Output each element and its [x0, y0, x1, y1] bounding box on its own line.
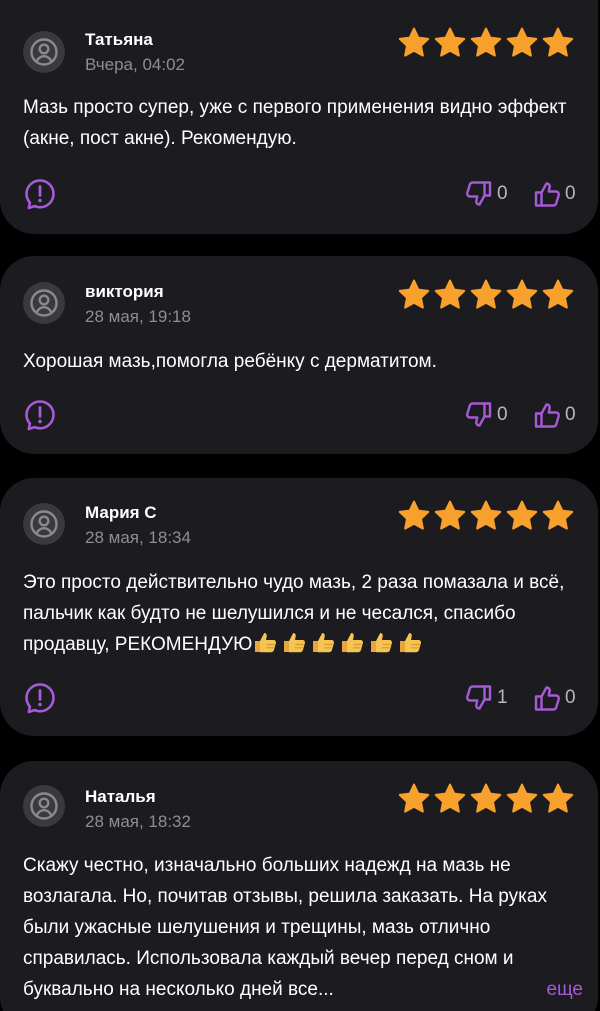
like-count: 0 [565, 687, 576, 708]
report-icon[interactable] [23, 398, 57, 432]
star-icon [469, 278, 503, 312]
review-card: Татьяна Вчера, 04:02 Мазь просто супер, … [0, 0, 598, 234]
report-icon[interactable] [23, 177, 57, 211]
like-icon[interactable] [533, 683, 563, 713]
review-date: 28 мая, 18:34 [85, 528, 191, 547]
avatar [23, 31, 65, 73]
star-icon [505, 782, 539, 816]
rating-stars [397, 499, 575, 533]
review-date: 28 мая, 18:32 [85, 812, 191, 831]
rating-stars [397, 782, 575, 816]
review-author: Мария С [85, 503, 157, 522]
star-icon [541, 499, 575, 533]
dislike-icon[interactable] [463, 400, 493, 430]
review-date: Вчера, 04:02 [85, 55, 185, 74]
review-card: Наталья 28 мая, 18:32 Скажу честно, изна… [0, 761, 598, 1011]
review-text: Мазь просто супер, уже с первого примене… [23, 97, 567, 149]
review-date: 28 мая, 19:18 [85, 307, 191, 326]
star-icon [541, 278, 575, 312]
thumbs-up-emoji-group [252, 630, 425, 654]
user-icon [23, 503, 65, 545]
reviews-feed: Татьяна Вчера, 04:02 Мазь просто супер, … [0, 0, 600, 1011]
dislike-count: 1 [497, 687, 508, 708]
star-icon [397, 499, 431, 533]
star-icon [433, 278, 467, 312]
review-card: виктория 28 мая, 19:18 Хорошая мазь,помо… [0, 256, 598, 454]
dislike-count: 0 [497, 183, 508, 204]
dislike-count: 0 [497, 404, 508, 425]
thumbs-up-emoji-icon [252, 630, 280, 654]
user-icon [23, 282, 65, 324]
avatar [23, 785, 65, 827]
thumbs-up-emoji-icon [339, 630, 367, 654]
like-icon[interactable] [533, 179, 563, 209]
star-icon [433, 782, 467, 816]
rating-stars [397, 278, 575, 312]
review-text: Это просто действительно чудо мазь, 2 ра… [23, 567, 583, 660]
star-icon [505, 26, 539, 60]
star-icon [505, 499, 539, 533]
user-icon [23, 31, 65, 73]
star-icon [469, 499, 503, 533]
dislike-icon[interactable] [463, 683, 493, 713]
like-count: 0 [565, 404, 576, 425]
thumbs-up-emoji-icon [397, 630, 425, 654]
dislike-icon[interactable] [463, 179, 493, 209]
avatar [23, 282, 65, 324]
like-icon[interactable] [533, 400, 563, 430]
star-icon [433, 26, 467, 60]
star-icon [433, 499, 467, 533]
review-author: Наталья [85, 787, 156, 806]
rating-stars [397, 26, 575, 60]
review-author: виктория [85, 282, 164, 301]
report-icon[interactable] [23, 681, 57, 715]
user-icon [23, 785, 65, 827]
thumbs-up-emoji-icon [281, 630, 309, 654]
thumbs-up-emoji-icon [310, 630, 338, 654]
star-icon [397, 278, 431, 312]
review-author: Татьяна [85, 30, 153, 49]
star-icon [469, 782, 503, 816]
star-icon [397, 782, 431, 816]
thumbs-up-emoji-icon [368, 630, 396, 654]
review-text: Хорошая мазь,помогла ребёнку с дерматито… [23, 351, 437, 372]
avatar [23, 503, 65, 545]
like-count: 0 [565, 183, 576, 204]
review-text-block: Скажу честно, изначально больших надежд … [23, 850, 583, 1005]
review-card: Мария С 28 мая, 18:34 Это просто действи… [0, 478, 598, 736]
star-icon [541, 782, 575, 816]
star-icon [505, 278, 539, 312]
star-icon [541, 26, 575, 60]
read-more-link[interactable]: еще [546, 974, 583, 1005]
star-icon [397, 26, 431, 60]
review-text: Скажу честно, изначально больших надежд … [23, 855, 547, 1000]
star-icon [469, 26, 503, 60]
